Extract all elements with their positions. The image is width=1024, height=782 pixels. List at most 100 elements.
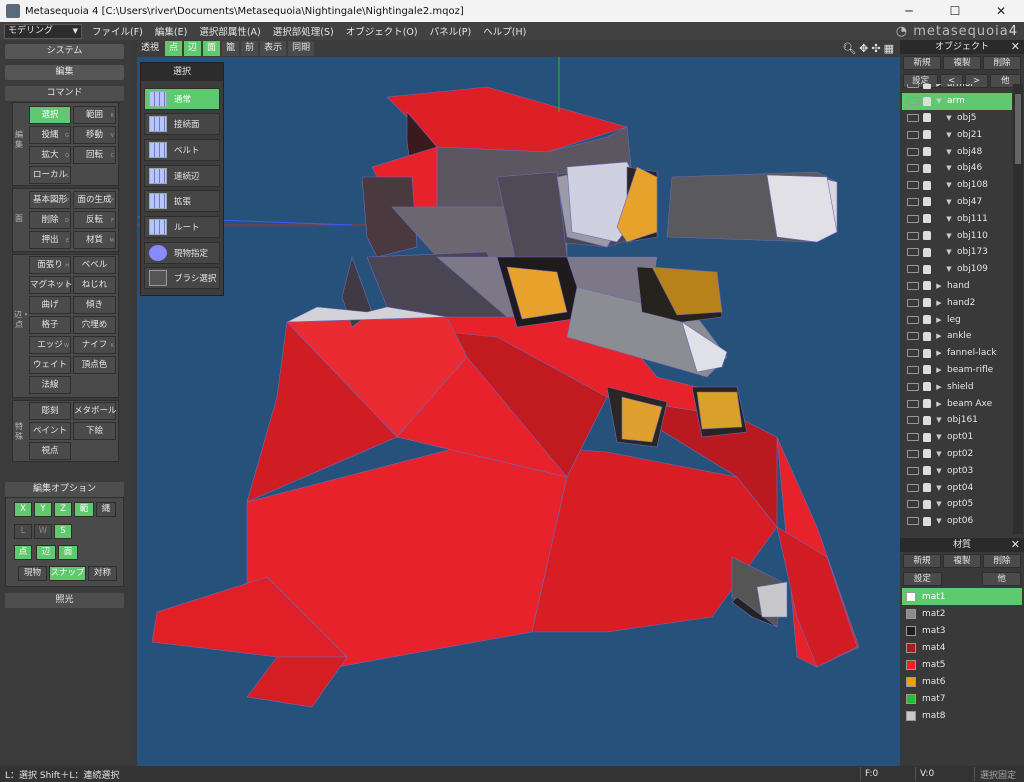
slant-command[interactable]: 傾き (73, 296, 116, 314)
lock-icon[interactable] (923, 281, 931, 291)
expand-arrow-icon[interactable]: ▼ (944, 114, 954, 122)
select-normal[interactable]: 通常 (144, 88, 220, 110)
object-row[interactable]: ▼ opt01 (902, 429, 1012, 446)
expand-arrow-icon[interactable]: ▼ (944, 215, 954, 223)
3d-viewport[interactable] (137, 57, 900, 766)
object-row[interactable]: ▶ ankle (902, 328, 1012, 345)
axis-y-toggle[interactable]: Y (34, 502, 52, 517)
menu-selection[interactable]: 選択部処理(S) (267, 24, 340, 38)
menu-edit[interactable]: 編集(E) (149, 24, 193, 38)
range-command[interactable]: 範囲 R (73, 106, 116, 124)
object-row[interactable]: ▼ opt02 (902, 446, 1012, 463)
mode-select[interactable]: モデリング (4, 23, 82, 39)
menu-panel[interactable]: パネル(P) (424, 24, 478, 38)
material-other-button[interactable]: 他 (982, 572, 1022, 586)
visibility-icon[interactable] (907, 332, 919, 341)
delete-command[interactable]: 削除 D (29, 211, 71, 229)
material-row[interactable]: mat2 (902, 605, 1022, 622)
object-row[interactable]: ▼ arm (902, 92, 1012, 110)
material-row[interactable]: mat1 (902, 588, 1022, 605)
object-row[interactable]: ▶ armor (902, 84, 1012, 93)
expand-arrow-icon[interactable]: ▶ (934, 332, 944, 340)
expand-arrow-icon[interactable]: ▶ (934, 316, 944, 324)
lock-icon[interactable] (923, 264, 931, 274)
lock-icon[interactable] (923, 466, 931, 476)
snap-toggle[interactable]: スナップ (49, 566, 86, 581)
lock-icon[interactable] (923, 247, 931, 257)
lock-icon[interactable] (923, 348, 931, 358)
delete-object-button[interactable]: 削除 (983, 56, 1021, 70)
lock-icon[interactable] (923, 483, 931, 493)
expand-arrow-icon[interactable]: ▼ (934, 484, 944, 492)
duplicate-object-button[interactable]: 複製 (943, 56, 981, 70)
paint-command[interactable]: ペイント (29, 422, 71, 440)
material-row[interactable]: mat3 (902, 622, 1022, 639)
object-row[interactable]: ▼ obj48 (902, 143, 1012, 160)
expand-arrow-icon[interactable]: ▶ (934, 366, 944, 374)
local-command[interactable]: ローカル L (29, 166, 71, 184)
visibility-icon[interactable] (907, 84, 919, 89)
twist-command[interactable]: ねじれ (73, 276, 116, 294)
material-row[interactable]: mat5 (902, 656, 1022, 673)
visibility-icon[interactable] (907, 315, 919, 324)
object-row[interactable]: ▼ obj110 (902, 227, 1012, 244)
lock-icon[interactable] (923, 96, 931, 106)
scale-command[interactable]: 拡大 Q (29, 146, 71, 164)
expand-arrow-icon[interactable]: ▼ (944, 181, 954, 189)
object-row[interactable]: ▼ obj161 (902, 412, 1012, 429)
object-row[interactable]: ▼ obj108 (902, 177, 1012, 194)
lock-icon[interactable] (923, 499, 931, 509)
expand-arrow-icon[interactable]: ▼ (934, 433, 944, 441)
object-row[interactable]: ▼ opt05 (902, 496, 1012, 513)
material-row[interactable]: mat6 (902, 673, 1022, 690)
edit-options-header[interactable]: 編集オプション (5, 482, 124, 497)
visibility-icon[interactable] (907, 449, 919, 458)
object-row[interactable]: ▼ obj46 (902, 160, 1012, 177)
visibility-icon[interactable] (907, 466, 919, 475)
axis-z-toggle[interactable]: Z (54, 502, 72, 517)
visibility-icon[interactable] (907, 147, 919, 156)
current-object-toggle[interactable]: 現物 (18, 566, 47, 581)
visibility-icon[interactable] (907, 365, 919, 374)
lock-icon[interactable] (923, 449, 931, 459)
visibility-icon[interactable] (907, 416, 919, 425)
scrollbar-thumb[interactable] (1015, 94, 1021, 164)
close-icon[interactable]: ✕ (978, 0, 1024, 22)
object-row[interactable]: ▼ obj109 (902, 261, 1012, 278)
primitive-command[interactable]: 基本図形 P (29, 191, 71, 209)
visibility-icon[interactable] (907, 113, 919, 122)
visibility-icon[interactable] (907, 130, 919, 139)
expand-arrow-icon[interactable]: ▶ (934, 383, 944, 391)
expand-arrow-icon[interactable]: ▼ (934, 467, 944, 475)
lock-icon[interactable] (923, 298, 931, 308)
lasso-command[interactable]: 投縄 G (29, 126, 71, 144)
rotate-command[interactable]: 回転 C (73, 146, 116, 164)
expand-arrow-icon[interactable]: ▼ (944, 232, 954, 240)
select-edge-loop[interactable]: 連続辺 (144, 165, 220, 187)
expand-arrow-icon[interactable]: ▼ (944, 131, 954, 139)
object-row[interactable]: ▼ obj21 (902, 126, 1012, 143)
menu-object[interactable]: オブジェクト(O) (340, 24, 424, 38)
visibility-icon[interactable] (907, 97, 919, 106)
expand-arrow-icon[interactable]: ▶ (934, 400, 944, 408)
lock-icon[interactable] (923, 231, 931, 241)
select-belt[interactable]: ベルト (144, 139, 220, 161)
expand-arrow-icon[interactable]: ▼ (934, 450, 944, 458)
expand-arrow-icon[interactable]: ▼ (944, 164, 954, 172)
fill-hole-command[interactable]: 穴埋め (73, 316, 116, 334)
new-object-button[interactable]: 新規 (903, 56, 941, 70)
material-row[interactable]: mat8 (902, 707, 1022, 724)
material-command[interactable]: 材質 M (73, 231, 116, 249)
visibility-icon[interactable] (907, 399, 919, 408)
close-icon[interactable]: ✕ (1011, 40, 1020, 54)
expand-arrow-icon[interactable]: ▼ (944, 248, 954, 256)
object-row[interactable]: ▼ opt06 (902, 513, 1012, 530)
normal-command[interactable]: 法線 (29, 376, 71, 394)
select-brush[interactable]: ブラシ選択 (144, 267, 220, 289)
duplicate-material-button[interactable]: 複製 (943, 554, 981, 568)
lock-icon[interactable] (923, 432, 931, 442)
flip-command[interactable]: 反転 F (73, 211, 116, 229)
range-toggle[interactable]: 範 (74, 502, 94, 517)
expand-arrow-icon[interactable]: ▶ (934, 299, 944, 307)
object-row[interactable]: ▶ beam Axe (902, 395, 1012, 412)
